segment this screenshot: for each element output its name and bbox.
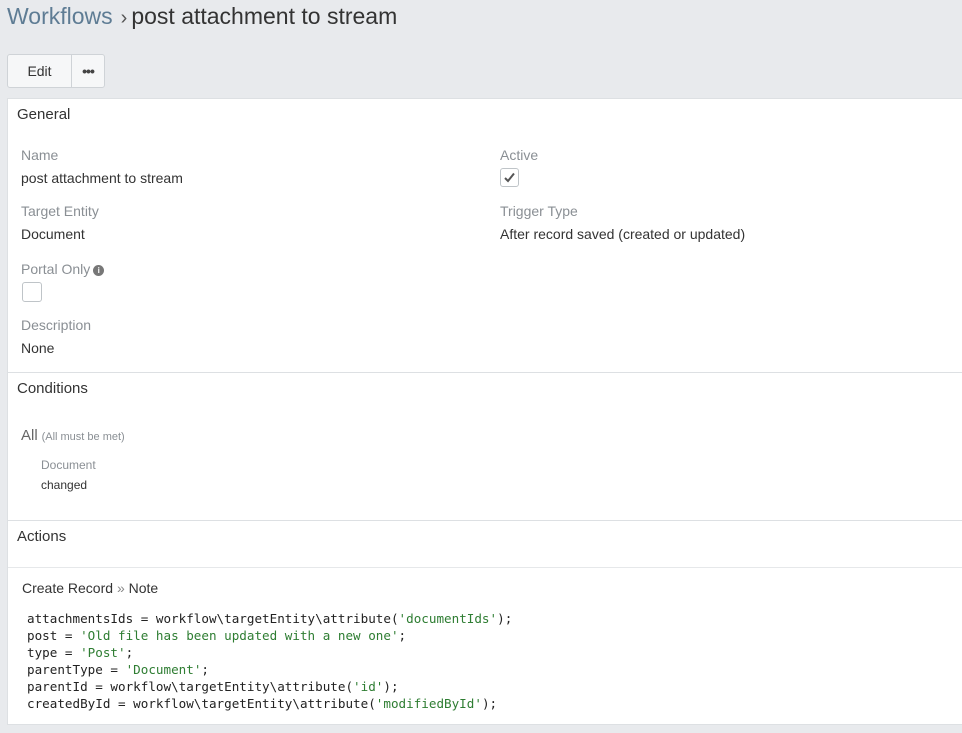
condition-field-value: changed [41,478,88,492]
breadcrumb-link-workflows[interactable]: Workflows [7,3,113,29]
checkmark-icon [504,172,515,183]
code-string: 'id' [353,679,384,694]
code-text: ); [497,611,513,626]
code-line: parentId = workflow\targetEntity\attribu… [27,678,512,695]
ellipsis-icon: ••• [82,63,95,79]
code-text: parentId = workflow\targetEntity\attribu… [27,679,354,694]
active-checkbox[interactable] [500,168,519,187]
action-formula-code: attachmentsIds = workflow\targetEntity\a… [27,610,512,712]
code-text: ; [201,662,209,677]
code-string: 'documentIds' [398,611,498,626]
code-string: 'Post' [80,645,126,660]
general-heading: General [17,106,71,123]
code-text: type = [27,645,81,660]
edit-button[interactable]: Edit [8,55,71,87]
more-actions-button[interactable]: ••• [71,55,104,87]
conditions-group-hint: (All must be met) [41,431,125,443]
portal-only-label: Portal Only i [21,261,105,277]
page-title: post attachment to stream [131,3,398,29]
trigger-type-value: After record saved (created or updated) [500,226,746,242]
actions-heading: Actions [17,528,67,545]
action-title: Create Record » Note [22,580,158,596]
breadcrumb: Workflows › post attachment to stream [7,2,397,32]
description-label: Description [21,317,92,333]
target-entity-value: Document [21,226,85,242]
general-panel: General Name post attachment to stream A… [7,98,962,373]
code-text: parentType = [27,662,126,677]
code-string: 'modifiedById' [375,696,482,711]
portal-only-label-text: Portal Only [21,261,91,277]
condition-field-label: Document [41,458,96,472]
code-line: parentType = 'Document'; [27,661,512,678]
code-string: 'Document' [125,662,202,677]
code-text: attachmentsIds = workflow\targetEntity\a… [27,611,399,626]
code-text: ; [398,628,407,643]
action-target: Note [128,580,159,596]
code-line: post = 'Old file has been updated with a… [27,627,512,644]
name-label: Name [21,147,59,163]
code-text: createdById = workflow\targetEntity\attr… [27,696,376,711]
name-value: post attachment to stream [21,170,183,186]
code-line: attachmentsIds = workflow\targetEntity\a… [27,610,512,627]
conditions-heading: Conditions [17,380,88,397]
target-entity-label: Target Entity [21,203,99,219]
action-type: Create Record [22,580,114,596]
code-text: ); [383,679,399,694]
info-icon[interactable]: i [93,265,105,276]
conditions-panel: Conditions All (All must be met) Documen… [7,372,962,521]
conditions-group-label: All [21,427,38,444]
breadcrumb-separator: › [120,7,128,29]
code-text: ); [481,696,498,711]
active-label: Active [500,147,539,163]
code-text: ; [125,645,134,660]
action-separator: » [116,580,125,596]
actions-panel: Actions Create Record » Note attachments… [7,520,962,725]
code-text: post = [27,628,81,643]
action-item: Create Record » Note attachmentsIds = wo… [8,567,962,725]
conditions-group: All (All must be met) [21,427,125,444]
portal-only-checkbox[interactable] [22,282,42,302]
trigger-type-label: Trigger Type [500,203,578,219]
description-value: None [21,340,55,356]
code-line: type = 'Post'; [27,644,512,661]
action-button-group: Edit ••• [7,54,105,88]
code-line: createdById = workflow\targetEntity\attr… [27,695,512,712]
code-string: 'Old file has been updated with a new on… [80,628,399,643]
